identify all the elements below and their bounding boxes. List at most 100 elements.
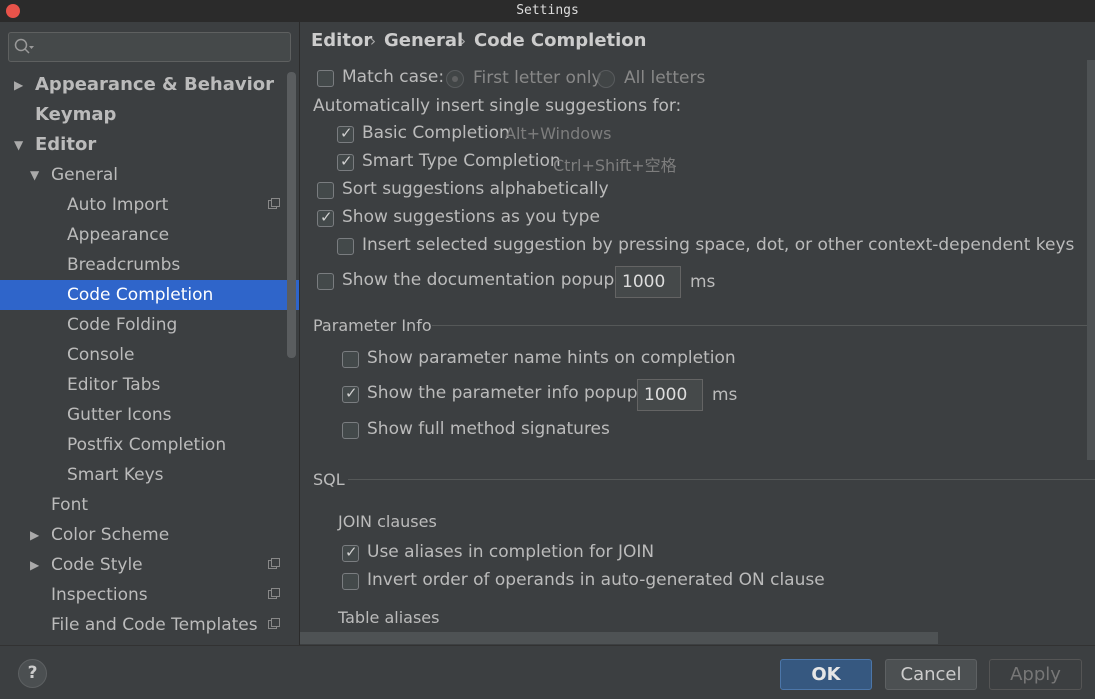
sidebar-item-label: Appearance & Behavior bbox=[35, 74, 275, 95]
parameter-info-header: Parameter Info bbox=[313, 316, 432, 335]
sidebar-item-file-code-templates[interactable]: File and Code Templates bbox=[0, 610, 299, 640]
horizontal-scrollbar[interactable] bbox=[300, 632, 938, 644]
all-letters-label: All letters bbox=[624, 68, 706, 88]
sidebar-item-label: Postfix Completion bbox=[67, 435, 227, 455]
sidebar-item-label: General bbox=[51, 165, 118, 185]
match-case-checkbox[interactable] bbox=[317, 70, 334, 87]
window-title: Settings bbox=[516, 3, 579, 18]
doc-popup-delay-input[interactable]: 1000 bbox=[615, 266, 681, 298]
match-case-label: Match case: bbox=[342, 67, 445, 87]
param-info-popup-label: Show the parameter info popup in bbox=[367, 383, 659, 403]
sidebar-item-code-completion[interactable]: Code Completion bbox=[0, 280, 299, 310]
all-letters-radio[interactable] bbox=[597, 70, 615, 88]
apply-button[interactable]: Apply bbox=[989, 659, 1082, 690]
param-popup-unit: ms bbox=[712, 385, 738, 405]
sidebar-item-label: Smart Keys bbox=[67, 465, 164, 485]
sidebar-scrollbar[interactable] bbox=[287, 72, 296, 358]
ok-button[interactable]: OK bbox=[780, 659, 872, 690]
param-name-hints-label: Show parameter name hints on completion bbox=[367, 348, 736, 368]
sidebar-item-label: Keymap bbox=[35, 104, 117, 125]
basic-completion-checkbox[interactable] bbox=[337, 124, 354, 143]
param-popup-delay-input[interactable]: 1000 bbox=[637, 379, 703, 411]
breadcrumb-separator: › bbox=[370, 32, 376, 50]
content-scrollbar[interactable] bbox=[1087, 60, 1095, 460]
sidebar-item-label: Breadcrumbs bbox=[67, 255, 181, 275]
cancel-button[interactable]: Cancel bbox=[885, 659, 977, 690]
search-input[interactable] bbox=[8, 32, 291, 62]
first-letter-label: First letter only bbox=[473, 68, 602, 88]
help-button[interactable]: ? bbox=[18, 659, 47, 688]
expand-arrow-icon[interactable]: ▶ bbox=[14, 70, 23, 100]
insert-selected-checkbox[interactable] bbox=[337, 238, 354, 255]
sidebar-item-label: Editor bbox=[35, 134, 97, 155]
full-signatures-checkbox[interactable] bbox=[342, 422, 359, 439]
doc-popup-label: Show the documentation popup in bbox=[342, 270, 636, 290]
sidebar-item-keymap[interactable]: Keymap bbox=[0, 100, 299, 130]
sidebar-item-smart-keys[interactable]: Smart Keys bbox=[0, 460, 299, 490]
sidebar-item-auto-import[interactable]: Auto Import bbox=[0, 190, 299, 220]
auto-insert-heading: Automatically insert single suggestions … bbox=[313, 96, 682, 116]
sidebar-item-label: Code Style bbox=[51, 555, 143, 575]
sidebar-item-appearance[interactable]: Appearance bbox=[0, 220, 299, 250]
section-divider bbox=[348, 479, 1095, 480]
sidebar-item-editor-tabs[interactable]: Editor Tabs bbox=[0, 370, 299, 400]
sort-alpha-label: Sort suggestions alphabetically bbox=[342, 179, 609, 199]
section-divider bbox=[432, 325, 1095, 326]
sidebar-item-label: Inspections bbox=[51, 585, 148, 605]
basic-completion-shortcut: Alt+Windows bbox=[505, 124, 612, 143]
collapse-arrow-icon[interactable]: ▼ bbox=[14, 130, 23, 160]
sidebar-item-breadcrumbs[interactable]: Breadcrumbs bbox=[0, 250, 299, 280]
doc-popup-checkbox[interactable] bbox=[317, 273, 334, 290]
project-scope-icon bbox=[268, 198, 280, 209]
sidebar-item-color-scheme[interactable]: ▶ Color Scheme bbox=[0, 520, 299, 550]
sidebar-item-label: Appearance bbox=[67, 225, 170, 245]
join-clauses-heading: JOIN clauses bbox=[338, 512, 437, 531]
sidebar-item-label: Code Completion bbox=[67, 285, 214, 305]
sidebar-item-label: Gutter Icons bbox=[67, 405, 172, 425]
sidebar-item-gutter-icons[interactable]: Gutter Icons bbox=[0, 400, 299, 430]
sort-alpha-checkbox[interactable] bbox=[317, 182, 334, 199]
sidebar-item-code-folding[interactable]: Code Folding bbox=[0, 310, 299, 340]
full-signatures-label: Show full method signatures bbox=[367, 419, 610, 439]
sidebar-item-appearance-behavior[interactable]: ▶ Appearance & Behavior bbox=[0, 70, 299, 100]
sidebar-item-code-style[interactable]: ▶ Code Style bbox=[0, 550, 299, 580]
sidebar-item-inspections[interactable]: Inspections bbox=[0, 580, 299, 610]
sidebar-item-label: File and Code Templates bbox=[51, 615, 258, 635]
sidebar-item-label: Code Folding bbox=[67, 315, 178, 335]
doc-popup-unit: ms bbox=[690, 272, 716, 292]
show-as-you-type-label: Show suggestions as you type bbox=[342, 207, 600, 227]
sidebar-item-label: Color Scheme bbox=[51, 525, 170, 545]
sidebar-item-postfix-completion[interactable]: Postfix Completion bbox=[0, 430, 299, 460]
sidebar-item-general[interactable]: ▼ General bbox=[0, 160, 299, 190]
sidebar-item-label: Console bbox=[67, 345, 135, 365]
smart-type-shortcut: Ctrl+Shift+空格 bbox=[553, 156, 677, 175]
use-aliases-label: Use aliases in completion for JOIN bbox=[367, 542, 655, 562]
param-name-hints-checkbox[interactable] bbox=[342, 351, 359, 368]
sidebar-item-console[interactable]: Console bbox=[0, 340, 299, 370]
sidebar-item-font[interactable]: Font bbox=[0, 490, 299, 520]
show-as-you-type-checkbox[interactable] bbox=[317, 208, 334, 227]
expand-arrow-icon[interactable]: ▶ bbox=[30, 550, 39, 580]
sidebar-item-label: Font bbox=[51, 495, 89, 515]
invert-order-checkbox[interactable] bbox=[342, 573, 359, 590]
breadcrumb-general[interactable]: General bbox=[384, 30, 463, 51]
project-scope-icon bbox=[268, 588, 280, 599]
breadcrumb-separator: › bbox=[460, 32, 466, 50]
breadcrumb-code-completion: Code Completion bbox=[474, 30, 647, 51]
collapse-arrow-icon[interactable]: ▼ bbox=[30, 160, 39, 190]
table-aliases-heading: Table aliases bbox=[338, 608, 440, 627]
sidebar-item-label: Auto Import bbox=[67, 195, 169, 215]
smart-type-checkbox[interactable] bbox=[337, 152, 354, 171]
sidebar-item-editor[interactable]: ▼ Editor bbox=[0, 130, 299, 160]
project-scope-icon bbox=[268, 618, 280, 629]
expand-arrow-icon[interactable]: ▶ bbox=[30, 520, 39, 550]
insert-selected-label: Insert selected suggestion by pressing s… bbox=[362, 235, 1075, 255]
sql-header: SQL bbox=[313, 470, 345, 489]
param-info-popup-checkbox[interactable] bbox=[342, 384, 359, 403]
breadcrumb-editor[interactable]: Editor bbox=[311, 30, 372, 51]
project-scope-icon bbox=[268, 558, 280, 569]
use-aliases-checkbox[interactable] bbox=[342, 543, 359, 562]
invert-order-label: Invert order of operands in auto-generat… bbox=[367, 570, 825, 590]
first-letter-radio[interactable] bbox=[446, 70, 464, 88]
basic-completion-label: Basic Completion bbox=[362, 123, 510, 143]
